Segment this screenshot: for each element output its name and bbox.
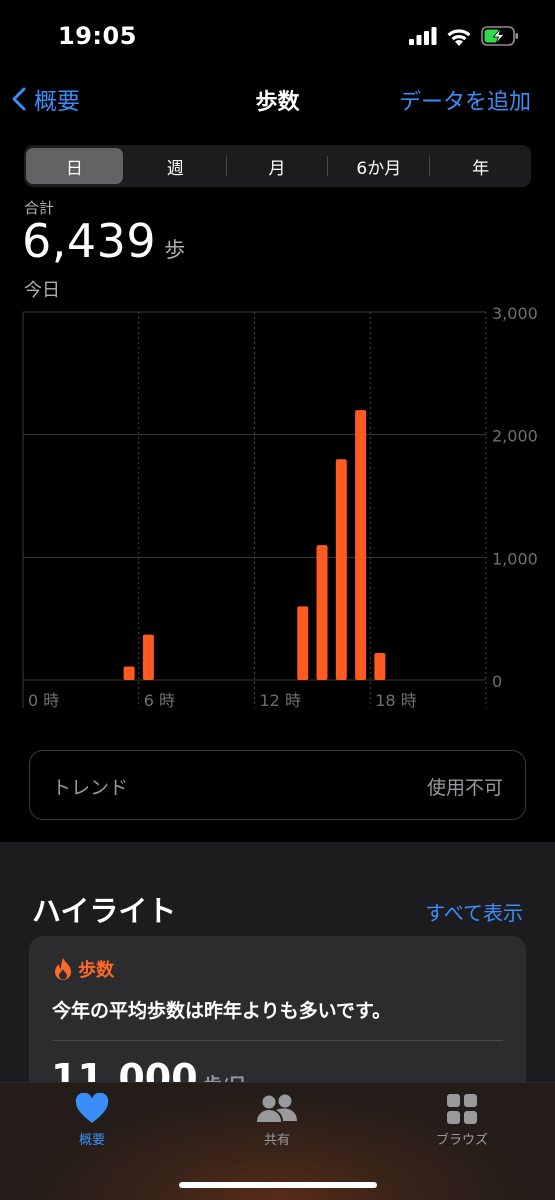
y-tick-label: 1,000 <box>492 549 538 568</box>
trend-label: トレンド <box>52 777 129 799</box>
show-all-link[interactable]: すべて表示 <box>425 897 523 926</box>
tab-browse[interactable]: ブラウズ <box>412 1093 512 1148</box>
total-value: 6,439 <box>22 214 157 268</box>
tab-sharing[interactable]: 共有 <box>227 1093 327 1148</box>
tab-browse-label: ブラウズ <box>435 1133 488 1148</box>
segment-divider <box>429 156 431 176</box>
status-icons <box>409 26 519 46</box>
chart-bar <box>355 410 367 680</box>
highlight-divider <box>52 1040 503 1041</box>
tab-summary-label: 概要 <box>78 1133 105 1148</box>
highlights-title: ハイライト <box>32 894 177 928</box>
y-tick-label: 2,000 <box>492 427 538 446</box>
flame-icon <box>55 958 71 980</box>
highlight-category-label: 歩数 <box>78 960 114 981</box>
tab-sharing-label: 共有 <box>263 1133 290 1148</box>
segment-week[interactable]: 週 <box>127 148 224 184</box>
grid-icon <box>447 1094 477 1124</box>
total-row: 6,439 歩 <box>22 214 185 268</box>
highlight-category: 歩数 <box>52 956 114 982</box>
chart-bar <box>297 606 309 680</box>
chart-bar <box>123 666 135 680</box>
segment-year[interactable]: 年 <box>432 148 529 184</box>
nav-bar: 概要 歩数 データを追加 <box>0 74 555 130</box>
chart-bar <box>142 634 154 680</box>
signal-icon <box>409 27 437 45</box>
heart-icon <box>75 1093 109 1123</box>
chart-bar <box>316 545 328 680</box>
x-tick-label: 18 時 <box>375 691 416 710</box>
chart-bar <box>335 459 347 680</box>
wifi-icon <box>447 28 471 46</box>
status-time: 19:05 <box>58 22 137 50</box>
time-range-segmented-control: 日 週 月 6か月 年 <box>24 145 531 187</box>
total-unit: 歩 <box>164 238 186 262</box>
home-indicator <box>179 1182 377 1188</box>
battery-charging-icon <box>481 26 518 46</box>
trend-row[interactable]: トレンド 使用不可 <box>29 750 526 820</box>
steps-chart[interactable]: 3,000 2,000 1,000 0 0 時 6 時 12 時 18 時 <box>0 300 555 715</box>
segment-divider <box>327 156 329 176</box>
x-tick-label: 0 時 <box>28 691 59 710</box>
segment-month[interactable]: 月 <box>229 148 326 184</box>
trend-value: 使用不可 <box>426 777 503 799</box>
chart-bar <box>374 653 386 680</box>
tab-summary[interactable]: 概要 <box>42 1093 142 1148</box>
x-tick-label: 12 時 <box>260 691 301 710</box>
segment-day[interactable]: 日 <box>26 148 123 184</box>
y-tick-label: 3,000 <box>492 304 538 323</box>
total-date: 今日 <box>24 280 60 301</box>
highlight-text: 今年の平均歩数は昨年よりも多いです。 <box>52 1000 392 1022</box>
people-icon <box>257 1094 297 1122</box>
y-tick-label: 0 <box>492 672 502 691</box>
add-data-button[interactable]: データを追加 <box>399 84 531 116</box>
segment-6months[interactable]: 6か月 <box>330 148 427 184</box>
x-tick-label: 6 時 <box>144 691 175 710</box>
status-bar: 19:05 <box>0 0 555 74</box>
segment-divider <box>225 156 227 176</box>
